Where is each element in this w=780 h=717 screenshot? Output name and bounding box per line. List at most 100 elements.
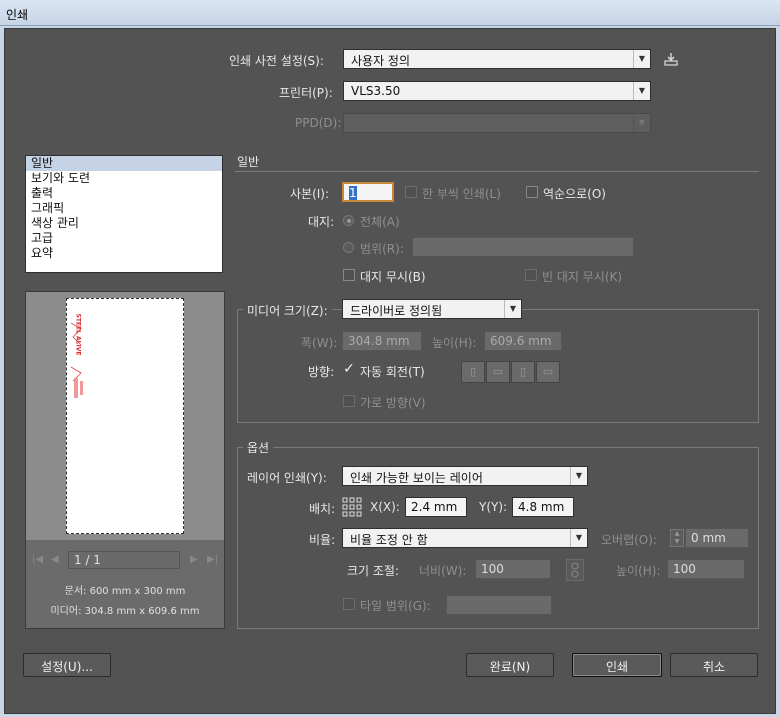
- last-page-icon[interactable]: ▶|: [207, 554, 218, 565]
- orientation-label: 방향:: [308, 365, 335, 379]
- print-dialog: 인쇄 사전 설정(S): 사용자 정의 ▼ 프린터(P): VLS3.50 ▼ …: [4, 28, 776, 714]
- print-button[interactable]: 인쇄: [572, 653, 662, 677]
- skip-blank-label: 빈 대지 무시(K): [542, 270, 623, 284]
- chevron-down-icon: ▼: [504, 300, 521, 318]
- media-height-label: 높이(H):: [432, 336, 477, 350]
- transverse-label: 가로 방향(V): [360, 396, 426, 410]
- media-size-label: 미디어 크기(Z):: [243, 302, 332, 319]
- media-label: 미디어: [50, 606, 79, 617]
- resize-width-label: 너비(W):: [419, 564, 467, 578]
- resize-width-input[interactable]: 100: [475, 559, 551, 579]
- scale-label: 비율:: [309, 533, 336, 547]
- general-divider: [235, 171, 759, 172]
- ppd-label: PPD(D):: [295, 116, 342, 130]
- stepper-down-icon[interactable]: ▼: [671, 538, 683, 546]
- scale-dropdown[interactable]: 비율 조정 안 함 ▼: [342, 528, 588, 548]
- cancel-button[interactable]: 취소: [670, 653, 758, 677]
- y-input[interactable]: 4.8 mm: [512, 497, 574, 517]
- media-size-value: 드라이버로 정의됨: [350, 304, 443, 318]
- general-section-title: 일반: [237, 155, 260, 169]
- landscape-orientation-icon[interactable]: ▭: [486, 361, 510, 383]
- all-artboards-radio[interactable]: [343, 215, 354, 226]
- transverse-checkbox[interactable]: [343, 395, 355, 407]
- media-height-input[interactable]: 609.6 mm: [484, 331, 562, 351]
- resize-height-input[interactable]: 100: [667, 559, 745, 579]
- ignore-artboards-checkbox[interactable]: [343, 269, 355, 281]
- save-preset-icon[interactable]: [662, 50, 680, 68]
- list-item-summary[interactable]: 요약: [26, 246, 222, 261]
- printer-dropdown[interactable]: VLS3.50 ▼: [343, 81, 651, 101]
- list-item-advanced[interactable]: 고급: [26, 231, 222, 246]
- collate-label: 한 부씩 인쇄(L): [422, 187, 501, 201]
- previous-page-icon[interactable]: ◀: [51, 554, 59, 565]
- y-label: Y(Y):: [479, 500, 508, 514]
- artwork-text-block: STEEL ALIVE: [71, 309, 101, 369]
- document-label: 문서: [64, 586, 84, 597]
- media-size-dropdown[interactable]: 드라이버로 정의됨 ▼: [342, 299, 522, 319]
- artwork-text: STEEL ALIVE: [74, 313, 82, 356]
- all-artboards-label: 전체(A): [360, 215, 400, 229]
- preview-area: STEEL ALIVE: [26, 292, 224, 540]
- overlap-input[interactable]: 0 mm: [685, 528, 749, 548]
- preset-dropdown[interactable]: 사용자 정의 ▼: [343, 49, 651, 69]
- print-layers-value: 인쇄 가능한 보이는 레이어: [350, 471, 483, 485]
- ppd-dropdown[interactable]: ▼: [343, 113, 651, 133]
- first-page-icon[interactable]: |◀: [32, 554, 43, 565]
- list-item-output[interactable]: 출력: [26, 186, 222, 201]
- scale-value: 비율 조정 안 함: [350, 533, 428, 547]
- resize-height-label: 높이(H):: [616, 564, 661, 578]
- range-input[interactable]: [412, 237, 634, 257]
- artwork-small-text: [73, 377, 85, 399]
- reverse-order-checkbox[interactable]: [526, 186, 538, 198]
- setup-button[interactable]: 설정(U)...: [23, 653, 111, 677]
- tile-range-label: 타일 범위(G):: [360, 599, 431, 613]
- link-proportions-icon[interactable]: [566, 559, 584, 581]
- collate-checkbox[interactable]: [405, 186, 417, 198]
- range-radio[interactable]: [343, 242, 354, 253]
- list-item-color-management[interactable]: 색상 관리: [26, 216, 222, 231]
- list-item-general[interactable]: 일반: [26, 156, 222, 171]
- auto-rotate-label: 자동 회전(T): [360, 365, 425, 379]
- list-item-graphics[interactable]: 그래픽: [26, 201, 222, 216]
- preview-page[interactable]: STEEL ALIVE: [66, 298, 184, 534]
- artboards-label: 대지:: [308, 215, 335, 229]
- media-width-input[interactable]: 304.8 mm: [342, 331, 422, 351]
- x-input[interactable]: 2.4 mm: [405, 497, 467, 517]
- print-layers-label: 레이어 인쇄(Y):: [247, 471, 327, 485]
- preset-value: 사용자 정의: [351, 54, 411, 68]
- copies-label: 사본(I):: [290, 187, 330, 201]
- media-size-line: 미디어: 304.8 mm x 609.6 mm: [26, 602, 224, 617]
- next-page-icon[interactable]: ▶: [190, 554, 198, 565]
- auto-rotate-checkbox[interactable]: ✓: [343, 362, 355, 376]
- chevron-down-icon: ▼: [570, 467, 587, 485]
- window-title: 인쇄: [6, 8, 29, 22]
- preset-label: 인쇄 사전 설정(S):: [229, 54, 324, 68]
- tile-range-checkbox[interactable]: [343, 598, 355, 610]
- landscape-flipped-orientation-icon[interactable]: ▭: [536, 361, 560, 383]
- placement-grid-icon[interactable]: [342, 497, 362, 517]
- printer-value: VLS3.50: [351, 84, 401, 98]
- list-item-marks-bleed[interactable]: 보기와 도련: [26, 171, 222, 186]
- window-titlebar: 인쇄: [0, 0, 780, 26]
- done-button[interactable]: 완료(N): [466, 653, 554, 677]
- portrait-flipped-orientation-icon[interactable]: ▯: [511, 361, 535, 383]
- copies-input[interactable]: 1: [342, 182, 394, 202]
- media-width-label: 폭(W):: [301, 336, 338, 350]
- ignore-artboards-label: 대지 무시(B): [360, 270, 426, 284]
- resize-label: 크기 조절:: [347, 564, 400, 578]
- options-section-title: 옵션: [243, 439, 274, 456]
- printer-label: 프린터(P):: [279, 86, 333, 100]
- print-preview-panel: STEEL ALIVE |◀ ◀ 1 / 1 ▶ ▶| 문서: 600 mm x…: [25, 291, 225, 629]
- placement-label: 배치:: [309, 502, 336, 516]
- stepper-up-icon[interactable]: ▲: [671, 530, 683, 538]
- overlap-stepper[interactable]: ▲ ▼: [670, 529, 684, 547]
- print-layers-dropdown[interactable]: 인쇄 가능한 보이는 레이어 ▼: [342, 466, 588, 486]
- tile-range-input[interactable]: [446, 595, 552, 615]
- portrait-orientation-icon[interactable]: ▯: [461, 361, 485, 383]
- reverse-order-label: 역순으로(O): [543, 187, 606, 201]
- page-indicator[interactable]: 1 / 1: [68, 551, 180, 569]
- chevron-down-icon: ▼: [633, 50, 650, 68]
- category-list: 일반 보기와 도련 출력 그래픽 색상 관리 고급 요약: [25, 155, 223, 273]
- skip-blank-checkbox[interactable]: [525, 269, 537, 281]
- media-size: : 304.8 mm x 609.6 mm: [78, 606, 200, 617]
